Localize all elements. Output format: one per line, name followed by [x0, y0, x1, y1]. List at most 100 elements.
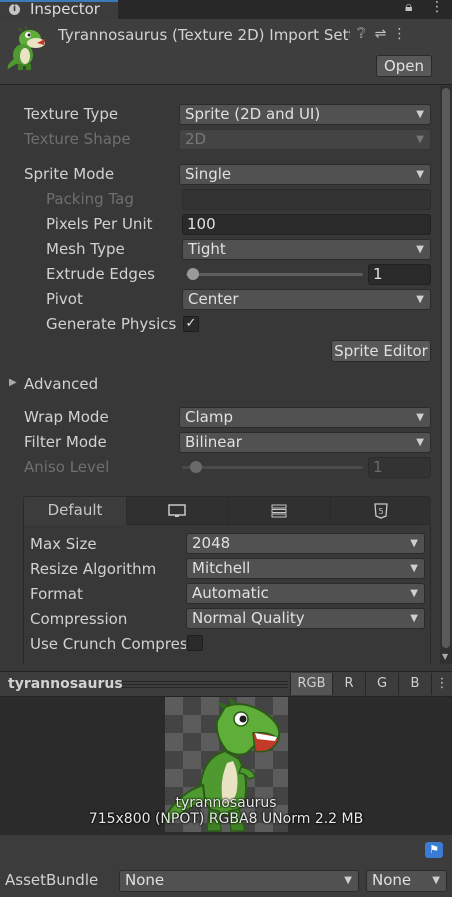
extrude-edges-field[interactable]: 1 — [368, 264, 431, 285]
generate-physics-label: Generate Physics S — [46, 315, 180, 333]
format-label: Format — [30, 585, 83, 603]
generate-physics-checkbox[interactable]: ✓ — [183, 316, 199, 332]
max-size-value: 2048 — [192, 534, 231, 552]
scroll-down-arrow-icon[interactable]: ▼ — [442, 652, 448, 661]
lock-icon[interactable]: 🔒︎ — [405, 0, 412, 15]
sprite-mode-label: Sprite Mode — [24, 165, 115, 183]
asset-bundle-dropdown[interactable]: None ▼ — [119, 870, 359, 892]
advanced-foldout[interactable]: Advanced — [24, 375, 98, 393]
compression-label: Compression — [30, 610, 128, 628]
asset-bundle-variant-dropdown[interactable]: None ▼ — [366, 870, 447, 892]
header-icons: ❔︎ ⇌ ⋮ — [352, 26, 409, 42]
chevron-down-icon: ▼ — [410, 588, 418, 599]
monitor-icon — [168, 503, 186, 517]
resize-algorithm-dropdown[interactable]: Mitchell ▼ — [186, 558, 425, 579]
preview-toolbar: tyrannosaurus RGB R G B ⋮ — [0, 671, 452, 697]
texture-type-label: Texture Type — [24, 105, 119, 123]
import-settings-title: Tyrannosaurus (Texture 2D) Import Sett — [58, 26, 350, 44]
chevron-down-icon: ▼ — [416, 109, 424, 120]
texture-type-value: Sprite (2D and UI) — [185, 105, 321, 123]
aniso-level-slider-knob — [190, 461, 202, 473]
preview-title: tyrannosaurus — [8, 676, 123, 692]
asset-bundle-value: None — [125, 871, 165, 889]
pixels-per-unit-field[interactable]: 100 — [182, 214, 431, 235]
texture-shape-dropdown: 2D ▼ — [179, 129, 431, 150]
channel-rgb-button[interactable]: RGB — [290, 673, 332, 695]
info-icon: i — [9, 4, 20, 15]
tab-webgl[interactable]: 5 — [331, 497, 431, 525]
pivot-dropdown[interactable]: Center ▼ — [182, 289, 431, 310]
chevron-down-icon: ▼ — [416, 244, 424, 255]
aniso-level-slider — [182, 466, 363, 469]
window-tab-bar: i Inspector 🔒︎ ⋮ — [0, 0, 452, 19]
use-crunch-checkbox[interactable] — [187, 635, 203, 651]
tab-inspector[interactable]: i Inspector — [0, 0, 118, 19]
compression-dropdown[interactable]: Normal Quality ▼ — [186, 608, 425, 629]
chevron-down-icon: ▼ — [410, 563, 418, 574]
chevron-down-icon: ▼ — [416, 437, 424, 448]
chevron-down-icon: ▼ — [344, 875, 352, 886]
tab-default-label: Default — [47, 501, 103, 519]
max-size-dropdown[interactable]: 2048 ▼ — [186, 533, 425, 554]
extrude-edges-label: Extrude Edges — [46, 265, 155, 283]
extrude-edges-slider[interactable] — [186, 273, 363, 276]
chevron-down-icon: ▼ — [416, 412, 424, 423]
wrap-mode-dropdown[interactable]: Clamp ▼ — [179, 407, 431, 428]
presets-icon[interactable]: ⇌ — [371, 26, 390, 42]
format-dropdown[interactable]: Automatic ▼ — [186, 583, 425, 604]
more-options-icon[interactable]: ⋮ — [431, 673, 452, 695]
aniso-level-field: 1 — [368, 457, 431, 478]
channel-b-button[interactable]: B — [398, 673, 431, 695]
asset-bundle-label: AssetBundle — [5, 871, 99, 889]
channel-r-button[interactable]: R — [332, 673, 365, 695]
wrap-mode-label: Wrap Mode — [24, 408, 109, 426]
open-button[interactable]: Open — [376, 55, 432, 77]
tab-default[interactable]: Default — [24, 497, 127, 525]
chevron-down-icon: ▼ — [416, 294, 424, 305]
resize-algorithm-label: Resize Algorithm — [30, 560, 157, 578]
pixels-per-unit-label: Pixels Per Unit — [46, 215, 153, 233]
texture-type-dropdown[interactable]: Sprite (2D and UI) ▼ — [179, 104, 431, 125]
sprite-mode-dropdown[interactable]: Single ▼ — [179, 164, 431, 185]
pivot-value: Center — [188, 290, 239, 308]
compression-value: Normal Quality — [192, 609, 305, 627]
inspector-header: Tyrannosaurus (Texture 2D) Import Sett ❔… — [0, 19, 452, 85]
texture-shape-value: 2D — [185, 130, 207, 148]
svg-text:5: 5 — [378, 507, 383, 516]
asset-label-icon[interactable]: ⚑ — [425, 842, 443, 858]
inspector-scrollbar[interactable] — [440, 86, 452, 664]
mesh-type-value: Tight — [188, 240, 226, 258]
tab-inspector-label: Inspector — [30, 0, 100, 18]
scrollbar-thumb[interactable] — [442, 88, 450, 648]
preview-resize-handle[interactable] — [122, 681, 288, 688]
filter-mode-value: Bilinear — [185, 433, 242, 451]
chevron-down-icon: ▼ — [410, 613, 418, 624]
texture-shape-label: Texture Shape — [24, 130, 131, 148]
checkmark-icon: ✓ — [185, 316, 197, 331]
resize-algorithm-value: Mitchell — [192, 559, 251, 577]
channel-g-button[interactable]: G — [365, 673, 398, 695]
foldout-arrow-icon[interactable]: ▶ — [9, 377, 17, 388]
format-value: Automatic — [192, 584, 269, 602]
more-options-icon[interactable]: ⋮ — [430, 0, 444, 15]
chevron-down-icon: ▼ — [416, 134, 424, 145]
pivot-label: Pivot — [46, 290, 83, 308]
help-icon[interactable]: ❔︎ — [352, 26, 371, 42]
sprite-mode-value: Single — [185, 165, 232, 183]
more-options-icon[interactable]: ⋮ — [390, 26, 409, 42]
asset-bundle-variant-value: None — [372, 871, 412, 889]
extrude-edges-slider-knob[interactable] — [187, 268, 199, 280]
tab-server[interactable] — [228, 497, 331, 525]
sprite-editor-button[interactable]: Sprite Editor — [331, 340, 431, 362]
mesh-type-dropdown[interactable]: Tight ▼ — [182, 239, 431, 260]
filter-mode-dropdown[interactable]: Bilinear ▼ — [179, 432, 431, 453]
packing-tag-field — [182, 189, 431, 210]
chevron-down-icon: ▼ — [432, 875, 440, 886]
tab-standalone[interactable] — [127, 497, 228, 525]
mesh-type-label: Mesh Type — [46, 240, 125, 258]
preview-asset-info: 715x800 (NPOT) RGBA8 UNorm 2.2 MB — [88, 811, 364, 827]
packing-tag-label: Packing Tag — [46, 190, 134, 208]
texture-thumbnail — [7, 25, 45, 70]
use-crunch-label: Use Crunch Compres — [30, 635, 186, 653]
html5-icon: 5 — [374, 502, 388, 519]
